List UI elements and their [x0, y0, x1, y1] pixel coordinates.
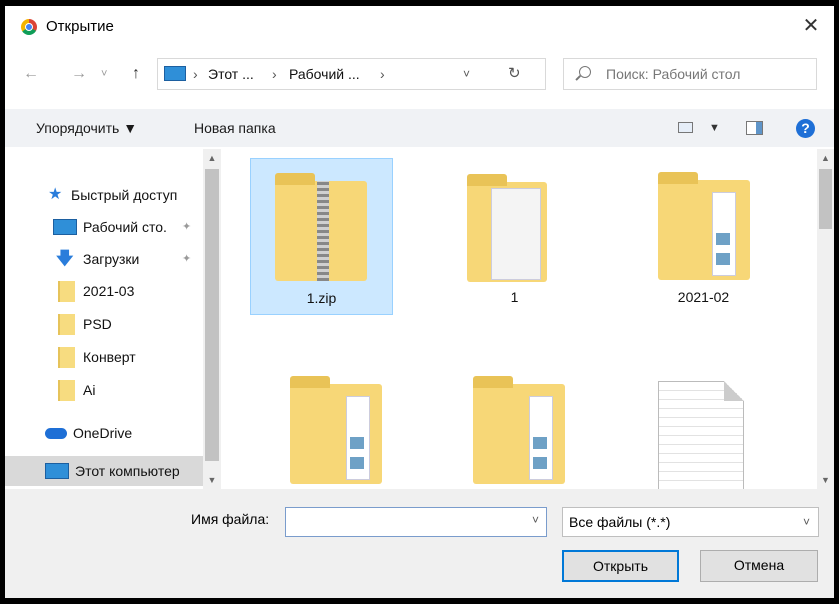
folder-icon: [58, 314, 75, 335]
file-item-document[interactable]: [632, 356, 775, 489]
view-dropdown-icon[interactable]: ▼: [709, 109, 720, 147]
zipper-icon: [317, 181, 329, 281]
up-button[interactable]: ↑: [132, 58, 140, 90]
sidebar-item-label: Ai: [83, 382, 96, 398]
folder-icon: [58, 380, 75, 401]
scroll-down-icon[interactable]: ▼: [203, 475, 221, 485]
sidebar-item-label: OneDrive: [73, 425, 133, 441]
sidebar-item-this-pc[interactable]: Этот компьютер: [5, 456, 203, 486]
sidebar-item-label: Рабочий сто.: [83, 219, 167, 235]
sidebar-item-ai[interactable]: Ai: [5, 375, 203, 405]
filename-input[interactable]: ˅: [285, 507, 547, 537]
cloud-icon: [45, 428, 67, 439]
document-preview-icon: [346, 396, 370, 480]
change-view-icon[interactable]: [678, 122, 693, 133]
file-name: 1.zip: [306, 290, 337, 306]
filename-label: Имя файла:: [191, 511, 270, 527]
breadcrumb-this-pc[interactable]: Этот ...: [208, 59, 254, 89]
text-document-icon: [658, 381, 744, 489]
sidebar-item-quick-access[interactable]: ★ Быстрый доступ: [5, 180, 203, 210]
scroll-down-icon[interactable]: ▼: [817, 475, 834, 485]
sidebar-item-downloads[interactable]: 🡇 Загрузки ✦: [5, 244, 203, 274]
address-dropdown-icon[interactable]: ˅: [463, 59, 470, 89]
navigation-pane: ★ Быстрый доступ Рабочий сто. ✦ 🡇 Загруз…: [5, 149, 221, 489]
file-item-1-zip[interactable]: 1.zip: [250, 158, 393, 315]
loading-document-icon: [491, 188, 541, 280]
computer-icon: [164, 66, 186, 81]
document-preview-icon: [529, 396, 553, 480]
file-list: 1.zip 1 2021-02: [221, 149, 817, 489]
search-placeholder: Поиск: Рабочий стол: [606, 66, 741, 82]
search-icon: [579, 66, 591, 78]
scrollbar-thumb[interactable]: [819, 169, 832, 229]
pin-icon: ✦: [182, 253, 192, 265]
file-item-1[interactable]: 1: [443, 158, 586, 315]
scroll-up-icon[interactable]: ▲: [203, 153, 221, 163]
document-preview-icon: [712, 192, 736, 276]
chevron-down-icon[interactable]: ˅: [532, 513, 539, 527]
sidebar-item-label: 2021-03: [83, 283, 135, 299]
file-list-scrollbar[interactable]: ▲ ▼: [817, 149, 834, 489]
cancel-button[interactable]: Отмена: [700, 550, 818, 582]
forward-button[interactable]: →: [71, 58, 87, 90]
download-icon: 🡇: [56, 249, 74, 268]
open-button[interactable]: Открыть: [562, 550, 679, 582]
command-bar: Упорядочить ▼ Новая папка ▼ ?: [5, 109, 834, 147]
sidebar-item-psd[interactable]: PSD: [5, 309, 203, 339]
sidebar-item-label: Этот компьютер: [75, 463, 180, 479]
computer-icon: [45, 463, 69, 479]
organize-button[interactable]: Упорядочить ▼: [36, 109, 137, 147]
sidebar-item-desktop[interactable]: Рабочий сто. ✦: [5, 212, 203, 242]
filetype-select[interactable]: Все файлы (*.*) ˅: [562, 507, 819, 537]
navigation-scrollbar[interactable]: ▲ ▼: [203, 149, 221, 489]
scroll-up-icon[interactable]: ▲: [817, 153, 834, 163]
file-name: 2021-02: [677, 289, 730, 305]
refresh-icon[interactable]: ↻: [508, 59, 521, 89]
sidebar-item-label: Загрузки: [83, 251, 140, 267]
dialog-footer: Имя файла: ˅ Все файлы (*.*) ˅ Открыть О…: [5, 489, 834, 598]
open-file-dialog: Открытие ✕ ← → ˅ ↑ › Этот ... › Рабочий …: [5, 6, 834, 598]
filetype-value: Все файлы (*.*): [569, 514, 671, 530]
desktop-icon: [53, 219, 77, 235]
dialog-title: Открытие: [46, 18, 114, 35]
pin-icon: ✦: [182, 221, 192, 233]
breadcrumb-separator[interactable]: ›: [380, 59, 385, 89]
address-bar[interactable]: › Этот ... › Рабочий ... › ˅ ↻: [157, 58, 546, 90]
star-icon: ★: [48, 186, 63, 203]
sidebar-item-konvert[interactable]: Конверт: [5, 342, 203, 372]
new-folder-button[interactable]: Новая папка: [194, 109, 276, 147]
folder-icon: [58, 281, 75, 302]
recent-dropdown-icon[interactable]: ˅: [101, 58, 107, 90]
scrollbar-thumb[interactable]: [205, 169, 219, 461]
sidebar-item-2021-03[interactable]: 2021-03: [5, 276, 203, 306]
sidebar-item-onedrive[interactable]: OneDrive: [5, 418, 203, 448]
file-name: 1: [510, 289, 519, 305]
chrome-icon: [21, 19, 37, 35]
close-button[interactable]: ✕: [788, 6, 834, 46]
help-icon[interactable]: ?: [796, 119, 815, 138]
sidebar-item-label: Конверт: [83, 349, 136, 365]
file-item-2021-02[interactable]: 2021-02: [632, 158, 775, 315]
folder-icon: [58, 347, 75, 368]
file-item-folder[interactable]: [443, 356, 586, 489]
file-item-folder[interactable]: [250, 356, 393, 489]
breadcrumb-separator: ›: [272, 66, 277, 82]
breadcrumb-separator: ›: [193, 66, 198, 82]
sidebar-item-label: PSD: [83, 316, 112, 332]
back-button[interactable]: ←: [23, 58, 39, 90]
breadcrumb-desktop[interactable]: Рабочий ...: [289, 59, 360, 89]
sidebar-item-label: Быстрый доступ: [71, 187, 178, 203]
folder-icon: [658, 172, 750, 280]
search-box[interactable]: Поиск: Рабочий стол: [563, 58, 817, 90]
preview-pane-icon[interactable]: [746, 121, 763, 135]
chevron-down-icon[interactable]: ˅: [803, 508, 810, 536]
title-bar: Открытие ✕: [5, 6, 834, 48]
